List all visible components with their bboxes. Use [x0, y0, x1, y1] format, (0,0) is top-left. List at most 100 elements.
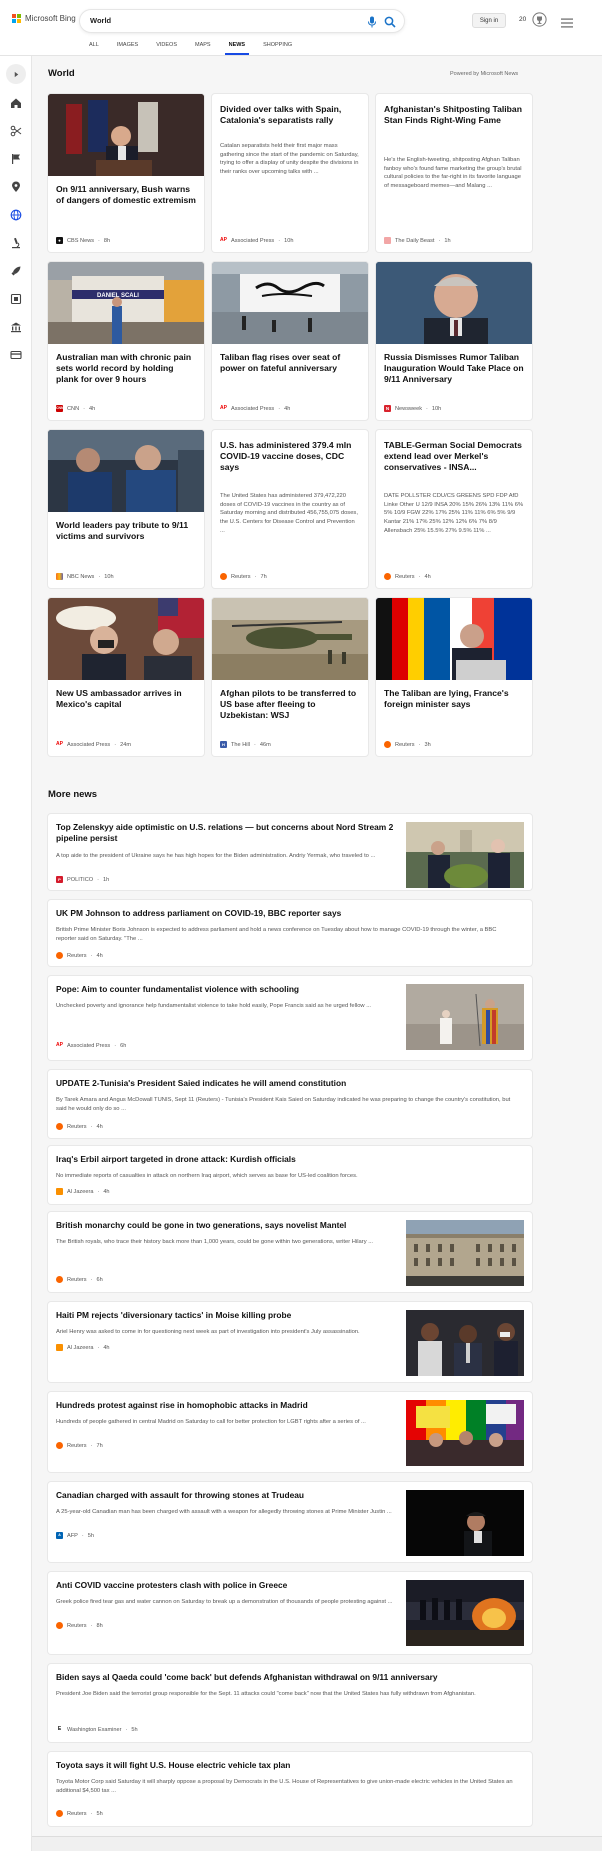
tab-all[interactable]: ALL [80, 38, 108, 55]
more-news-item[interactable]: UK PM Johnson to address parliament on C… [48, 900, 532, 966]
card-image [48, 94, 204, 176]
more-news-item[interactable]: Pope: Aim to counter fundamentalist viol… [48, 976, 532, 1060]
source-name: Al Jazeera [67, 1344, 94, 1351]
card-title[interactable]: TABLE-German Social Democrats extend lea… [384, 440, 524, 473]
item-source: Reuters · 6h [56, 1276, 103, 1283]
item-snippet: The British royals, who trace their hist… [56, 1239, 374, 1245]
card-title[interactable]: On 9/11 anniversary, Bush warns of dange… [56, 184, 196, 206]
rocket-icon[interactable] [10, 264, 22, 276]
source-time: 3h [424, 741, 431, 748]
al-jazeera-logo-icon [56, 1188, 63, 1195]
news-card[interactable]: New US ambassador arrives in Mexico's ca… [48, 598, 204, 756]
scissors-icon[interactable] [10, 124, 22, 137]
news-card[interactable]: Russia Dismisses Rumor Taliban Inaugurat… [376, 262, 532, 420]
item-snippet: Ariel Henry was asked to come in for que… [56, 1329, 360, 1335]
location-pin-icon[interactable] [10, 180, 22, 192]
bank-icon[interactable] [10, 320, 22, 333]
card-title[interactable]: New US ambassador arrives in Mexico's ca… [56, 688, 196, 710]
more-news-item[interactable]: Canadian charged with assault for throwi… [48, 1482, 532, 1562]
search-icon[interactable] [384, 15, 396, 28]
card-title[interactable]: Taliban flag rises over seat of power on… [220, 352, 360, 374]
search-input[interactable]: World [80, 10, 404, 32]
news-card[interactable]: On 9/11 anniversary, Bush warns of dange… [48, 94, 204, 252]
home-icon[interactable] [10, 96, 22, 108]
card-title[interactable]: The Taliban are lying, France's foreign … [384, 688, 524, 710]
search-value[interactable]: World [90, 16, 111, 25]
news-card[interactable]: Afghan pilots to be transferred to US ba… [212, 598, 368, 756]
item-source: Reuters · 5h [56, 1810, 103, 1817]
news-card[interactable]: Taliban flag rises over seat of power on… [212, 262, 368, 420]
source-time: 6h [120, 1042, 127, 1049]
item-title[interactable]: Haiti PM rejects 'diversionary tactics' … [56, 1310, 396, 1321]
item-source: P POLITICO · 1h [56, 876, 109, 883]
item-title[interactable]: British monarchy could be gone in two ge… [56, 1220, 396, 1231]
more-news-item[interactable]: Biden says al Qaeda could 'come back' bu… [48, 1664, 532, 1742]
expand-rail-button[interactable] [6, 64, 26, 84]
sign-in-button[interactable]: Sign in [472, 13, 506, 28]
flag-icon[interactable] [10, 152, 22, 164]
item-title[interactable]: Top Zelenskyy aide optimistic on U.S. re… [56, 822, 396, 845]
rewards-count[interactable]: 20 [519, 16, 526, 23]
item-title[interactable]: Biden says al Qaeda could 'come back' bu… [56, 1672, 516, 1683]
item-title[interactable]: Anti COVID vaccine protesters clash with… [56, 1580, 396, 1591]
more-news-item[interactable]: UPDATE 2-Tunisia's President Saied indic… [48, 1070, 532, 1138]
source-name: Al Jazeera [67, 1188, 94, 1195]
card-title[interactable]: Afghanistan's Shitposting Taliban Stan F… [384, 104, 524, 126]
news-card[interactable]: The Taliban are lying, France's foreign … [376, 598, 532, 756]
news-card[interactable]: Divided over talks with Spain, Catalonia… [212, 94, 368, 252]
source-time: 4h [103, 1344, 110, 1351]
more-news-item[interactable]: Toyota says it will fight U.S. House ele… [48, 1752, 532, 1826]
tab-shopping[interactable]: SHOPPING [254, 38, 301, 55]
more-news-item[interactable]: Iraq's Erbil airport targeted in drone a… [48, 1146, 532, 1204]
source-time: 8h [96, 1622, 103, 1629]
microphone-icon[interactable] [367, 15, 377, 28]
credit-card-icon[interactable] [10, 348, 22, 360]
news-card[interactable]: TABLE-German Social Democrats extend lea… [376, 430, 532, 588]
item-title[interactable]: Toyota says it will fight U.S. House ele… [56, 1760, 516, 1771]
globe-icon[interactable] [10, 208, 22, 221]
item-title[interactable]: UPDATE 2-Tunisia's President Saied indic… [56, 1078, 516, 1089]
card-title[interactable]: Russia Dismisses Rumor Taliban Inaugurat… [384, 352, 524, 385]
card-source: ● CBS News · 8h [56, 237, 110, 244]
reuters-logo-icon [56, 1442, 63, 1449]
newsweek-logo-icon: N [384, 405, 391, 412]
item-title[interactable]: Hundreds protest against rise in homopho… [56, 1400, 396, 1411]
source-time: 46m [259, 741, 271, 748]
film-icon[interactable] [10, 292, 22, 305]
tab-videos[interactable]: VIDEOS [147, 38, 186, 55]
more-news-item[interactable]: Anti COVID vaccine protesters clash with… [48, 1572, 532, 1654]
card-title[interactable]: Australian man with chronic pain sets wo… [56, 352, 196, 385]
tab-maps[interactable]: MAPS [186, 38, 220, 55]
reuters-logo-icon [384, 573, 391, 580]
source-name: Reuters [395, 741, 415, 748]
microscope-icon[interactable] [10, 236, 22, 249]
more-news-item[interactable]: Hundreds protest against rise in homopho… [48, 1392, 532, 1472]
more-news-item[interactable]: Top Zelenskyy aide optimistic on U.S. re… [48, 814, 532, 890]
card-title[interactable]: World leaders pay tribute to 9/11 victim… [56, 520, 196, 542]
card-title[interactable]: U.S. has administered 379.4 mln COVID-19… [220, 440, 360, 473]
item-title[interactable]: Iraq's Erbil airport targeted in drone a… [56, 1154, 516, 1165]
hamburger-menu-icon[interactable] [561, 15, 573, 28]
more-news-item[interactable]: British monarchy could be gone in two ge… [48, 1212, 532, 1292]
card-image [376, 598, 532, 680]
powered-by-label[interactable]: Powered by Microsoft News [450, 71, 518, 77]
news-card[interactable]: DANIEL SCALI Australian man with chronic… [48, 262, 204, 420]
tab-news[interactable]: NEWS [220, 38, 255, 55]
more-news-item[interactable]: Haiti PM rejects 'diversionary tactics' … [48, 1302, 532, 1382]
news-card[interactable]: World leaders pay tribute to 9/11 victim… [48, 430, 204, 588]
item-title[interactable]: Canadian charged with assault for throwi… [56, 1490, 396, 1501]
rewards-trophy-icon[interactable] [532, 12, 547, 27]
source-time: 4h [96, 1123, 103, 1130]
item-title[interactable]: UK PM Johnson to address parliament on C… [56, 908, 516, 919]
source-name: Reuters [231, 573, 251, 580]
tab-images[interactable]: IMAGES [108, 38, 147, 55]
card-title[interactable]: Afghan pilots to be transferred to US ba… [220, 688, 360, 721]
news-card[interactable]: U.S. has administered 379.4 mln COVID-19… [212, 430, 368, 588]
section-title: World [48, 68, 75, 79]
bing-logo[interactable]: Microsoft Bing [12, 14, 76, 23]
source-time: 6h [96, 1276, 103, 1283]
item-title[interactable]: Pope: Aim to counter fundamentalist viol… [56, 984, 396, 995]
card-image [48, 598, 204, 680]
card-title[interactable]: Divided over talks with Spain, Catalonia… [220, 104, 360, 126]
news-card[interactable]: Afghanistan's Shitposting Taliban Stan F… [376, 94, 532, 252]
